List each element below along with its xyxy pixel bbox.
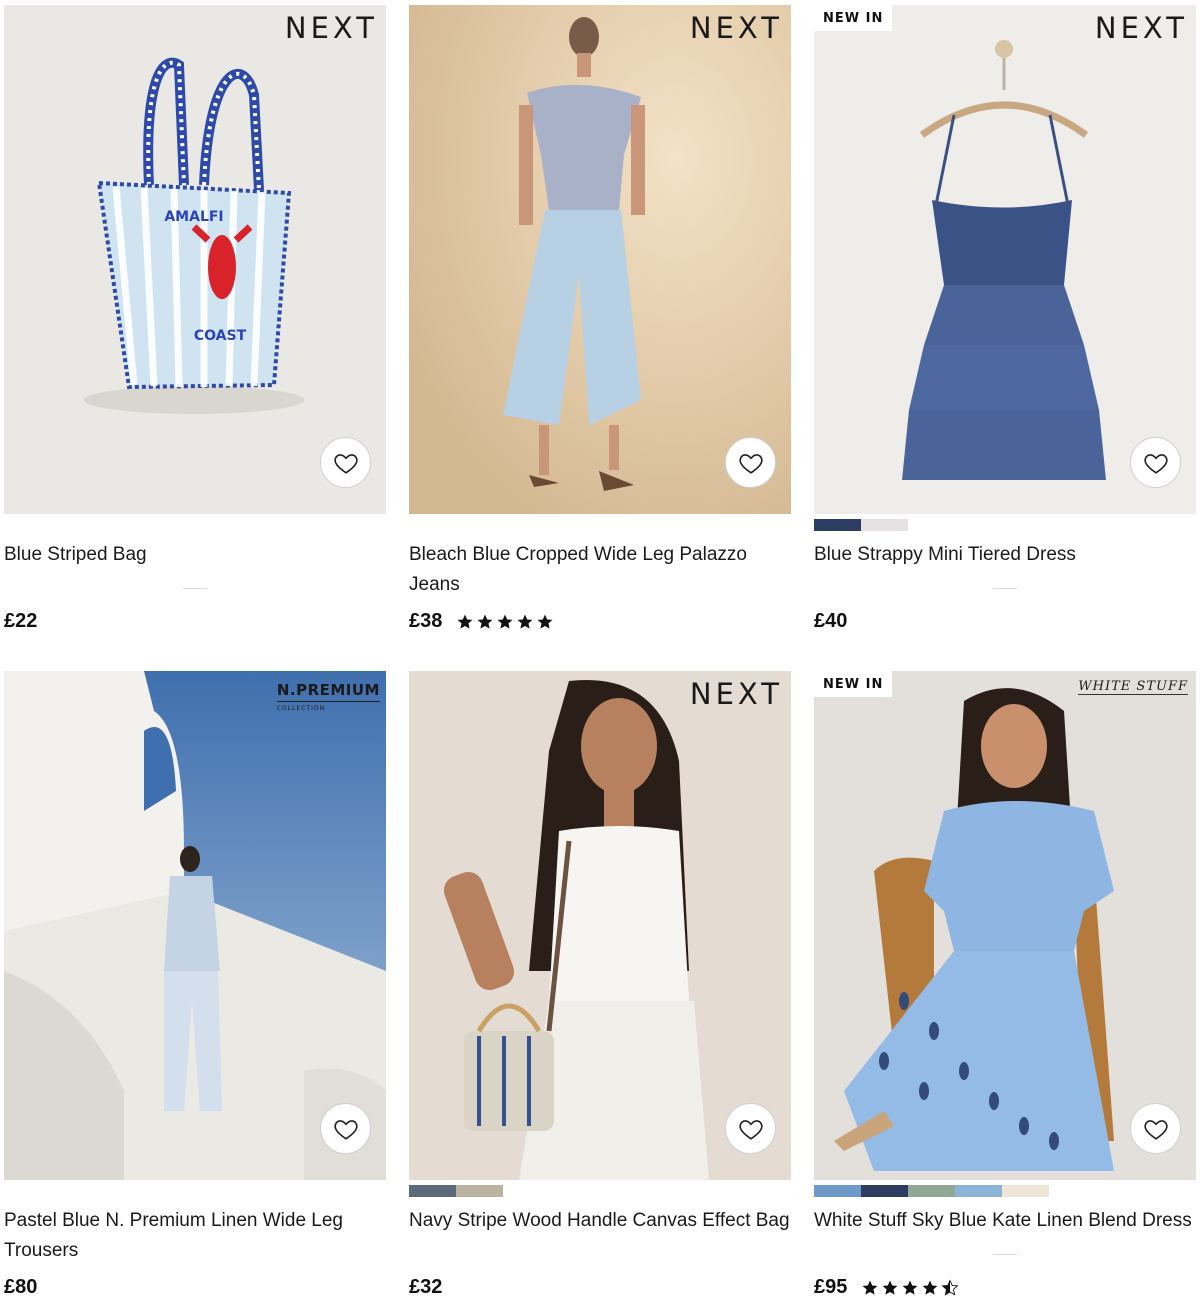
model-photo [409,671,791,1180]
colour-swatches [409,1185,791,1197]
star-filled-icon [862,1280,878,1295]
divider [993,588,1017,589]
product-price: £38 [409,610,443,632]
rating-stars [456,613,554,631]
colour-swatch[interactable] [456,1185,503,1197]
heart-outline-icon [1143,1119,1168,1140]
product-price: £95 [814,1276,848,1297]
product-card[interactable]: NEW IN WHITE STUFF White Stuff Sky Blue … [814,671,1196,1297]
model-photo [409,5,791,514]
favourite-button[interactable] [725,1103,776,1154]
colour-swatch[interactable] [908,1185,955,1197]
star-half-icon [941,1278,959,1296]
heart-outline-icon [333,1119,358,1140]
star-filled-icon [497,614,513,629]
heart-outline-icon [738,453,763,474]
favourite-button[interactable] [320,437,371,488]
product-price: £32 [409,1276,443,1297]
product-price: £40 [814,610,848,632]
brand-logo: NEXT [689,677,783,711]
star-filled-icon [537,614,553,629]
brand-logo: NEXT [284,11,378,45]
colour-swatch[interactable] [814,1185,861,1197]
star-filled-icon [477,614,493,629]
divider [183,588,207,589]
dress-photo [814,5,1196,514]
new-in-badge: NEW IN [814,5,893,31]
colour-swatches [814,1185,1196,1197]
star-filled-icon [457,614,473,629]
product-price: £80 [4,1276,38,1297]
colour-swatch[interactable] [955,1185,1002,1197]
heart-outline-icon [333,453,358,474]
brand-logo: WHITE STUFF [1078,679,1188,695]
product-image[interactable]: NEW IN WHITE STUFF [814,671,1196,1180]
product-image[interactable]: NEXT [409,5,791,514]
rating-stars [861,1278,959,1297]
favourite-button[interactable] [725,437,776,488]
star-filled-icon [517,614,533,629]
svg-text:COAST: COAST [194,328,247,344]
favourite-button[interactable] [1130,437,1181,488]
colour-swatch[interactable] [814,519,861,531]
star-filled-icon [882,1280,898,1295]
brand-logo: NEXT [1094,11,1188,45]
product-card[interactable]: NEW IN NEXT Blue Strappy Mini Tiered Dre… [814,5,1196,632]
product-grid: AMALFI COAST NEXT Blue Striped Bag £22 N… [0,0,1200,1297]
star-filled-icon [902,1280,918,1295]
favourite-button[interactable] [1130,1103,1181,1154]
product-title[interactable]: Pastel Blue N. Premium Linen Wide Leg Tr… [4,1206,386,1266]
product-price: £22 [4,610,38,632]
trousers-photo [4,671,386,1180]
product-card[interactable]: NEXT Bleach Blue Cropped Wide Leg Palazz… [409,5,791,632]
product-title[interactable]: Blue Strappy Mini Tiered Dress [814,540,1196,600]
divider [993,1254,1017,1255]
product-card[interactable]: N.PREMIUM COLLECTION Pastel Blue N. Prem… [4,671,386,1297]
heart-outline-icon [738,1119,763,1140]
svg-text:AMALFI: AMALFI [164,209,223,225]
product-title[interactable]: White Stuff Sky Blue Kate Linen Blend Dr… [814,1206,1196,1266]
product-title[interactable]: Navy Stripe Wood Handle Canvas Effect Ba… [409,1206,791,1266]
product-title[interactable]: Blue Striped Bag [4,540,386,600]
heart-outline-icon [1143,453,1168,474]
colour-swatch[interactable] [1002,1185,1049,1197]
colour-swatch[interactable] [861,1185,908,1197]
product-card[interactable]: AMALFI COAST NEXT Blue Striped Bag £22 [4,5,386,632]
brand-logo: NEXT [689,11,783,45]
dress-photo [814,671,1196,1180]
product-image[interactable]: NEW IN NEXT [814,5,1196,514]
colour-swatch[interactable] [409,1185,456,1197]
product-title[interactable]: Bleach Blue Cropped Wide Leg Palazzo Jea… [409,540,791,600]
new-in-badge: NEW IN [814,671,893,697]
colour-swatches [814,519,1196,531]
bag-photo: AMALFI COAST [4,5,386,514]
colour-swatch[interactable] [861,519,908,531]
product-image[interactable]: N.PREMIUM COLLECTION [4,671,386,1180]
product-image[interactable]: AMALFI COAST NEXT [4,5,386,514]
product-image[interactable]: NEXT [409,671,791,1180]
product-card[interactable]: NEXT Navy Stripe Wood Handle Canvas Effe… [409,671,791,1297]
favourite-button[interactable] [320,1103,371,1154]
star-filled-icon [922,1280,938,1295]
brand-logo: N.PREMIUM COLLECTION [276,681,380,712]
